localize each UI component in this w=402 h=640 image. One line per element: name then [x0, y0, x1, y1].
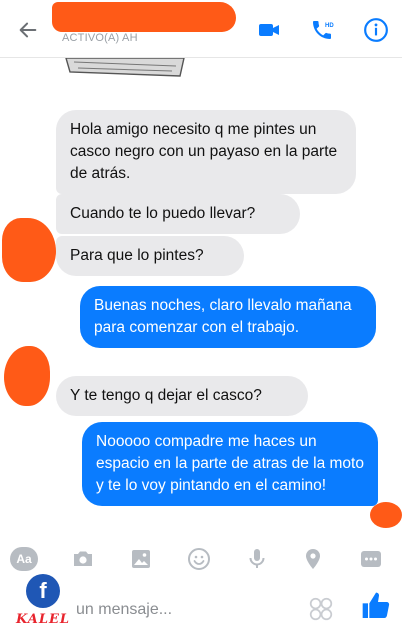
- location-button[interactable]: [300, 546, 326, 572]
- svg-text:HD: HD: [325, 23, 334, 29]
- facebook-logo-letter: f: [39, 578, 47, 603]
- location-icon: [306, 549, 320, 569]
- watermark-text: KALEL: [16, 612, 71, 627]
- composer-input-row: [0, 580, 402, 640]
- sticker-icon[interactable]: [308, 596, 334, 622]
- message-bubble-incoming[interactable]: Y te tengo q dejar el casco?: [56, 376, 308, 416]
- back-button[interactable]: [14, 16, 42, 44]
- gallery-button[interactable]: [128, 546, 154, 572]
- message-bubble-incoming[interactable]: Hola amigo necesito q me pintes un casco…: [56, 110, 356, 194]
- voice-call-button[interactable]: HD: [308, 16, 336, 44]
- more-button[interactable]: [358, 546, 384, 572]
- like-icon[interactable]: [360, 590, 392, 622]
- message-bubble-incoming[interactable]: Cuando te lo puedo llevar?: [56, 194, 300, 234]
- phone-icon: HD: [313, 21, 334, 39]
- emoji-icon: [188, 548, 210, 570]
- message-input[interactable]: [76, 596, 296, 624]
- microphone-icon: [249, 549, 265, 568]
- gallery-icon: [132, 550, 150, 568]
- contact-status: ACTIVO(A) AH: [62, 32, 138, 44]
- facebook-logo-watermark: f: [26, 574, 60, 608]
- info-button[interactable]: [362, 16, 390, 44]
- message-bubble-outgoing[interactable]: Nooooo compadre me haces un espacio en l…: [82, 422, 378, 506]
- avatar-redaction: [2, 218, 56, 282]
- seen-indicator-redaction: [370, 502, 402, 528]
- video-camera-icon: [259, 24, 279, 36]
- info-icon: [364, 18, 388, 42]
- emoji-button[interactable]: [186, 546, 212, 572]
- message-thread: Hola amigo necesito q me pintes un casco…: [0, 58, 402, 536]
- video-call-button[interactable]: [255, 16, 283, 44]
- camera-icon: [74, 551, 92, 566]
- composer-toolbar: Aa: [0, 538, 402, 578]
- text-style-button[interactable]: Aa: [10, 547, 38, 571]
- avatar-redaction: [4, 346, 50, 406]
- microphone-button[interactable]: [244, 546, 270, 572]
- sticker-image: [65, 58, 185, 77]
- contact-name-redaction: [52, 2, 236, 32]
- back-arrow-icon: [19, 22, 37, 38]
- camera-button[interactable]: [70, 546, 96, 572]
- chat-header: ACTIVO(A) AH HD: [0, 0, 402, 58]
- more-icon: [361, 551, 381, 567]
- message-bubble-incoming[interactable]: Para que lo pintes?: [56, 236, 244, 276]
- message-bubble-outgoing[interactable]: Buenas noches, claro llevalo mañana para…: [80, 286, 376, 348]
